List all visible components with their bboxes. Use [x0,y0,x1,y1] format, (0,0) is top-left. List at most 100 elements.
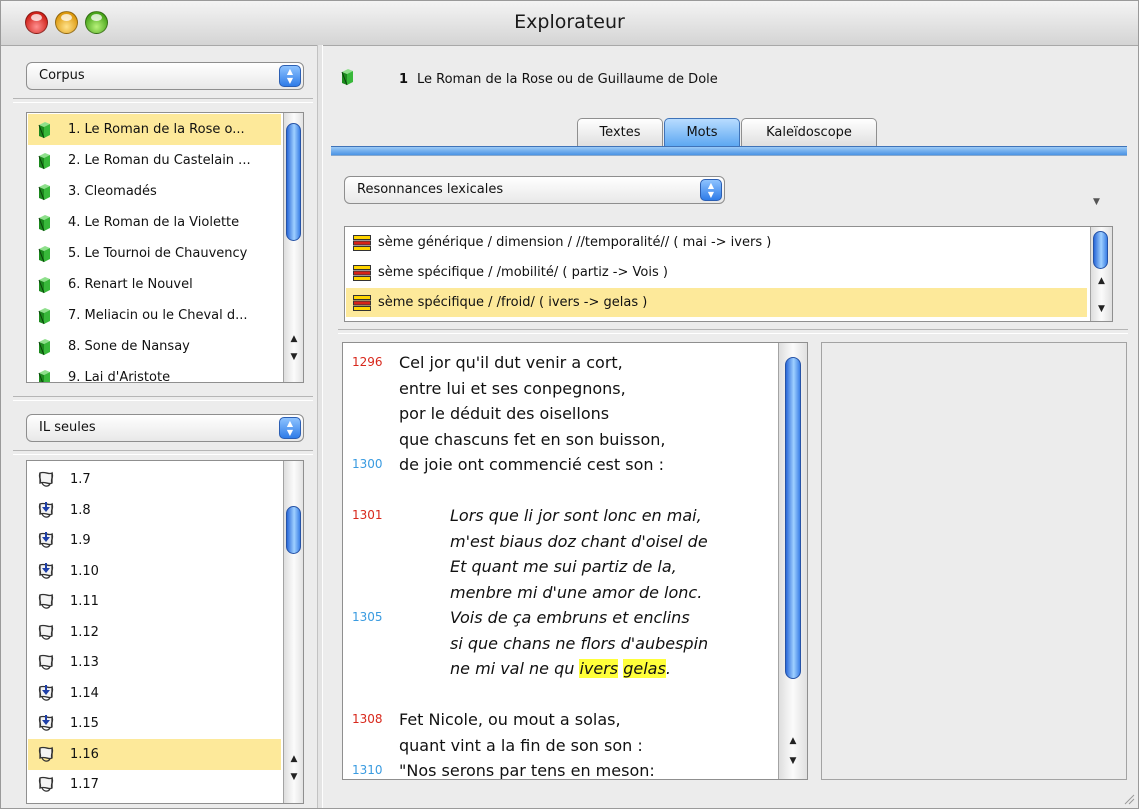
seme-scroll-thumb[interactable] [1093,231,1108,269]
scroll-down-arrow-icon[interactable]: ▼ [1091,301,1112,317]
corpus-list-item[interactable]: 4. Le Roman de la Violette [28,207,281,238]
corpus-list-item[interactable]: 2. Le Roman du Castelain ... [28,145,281,176]
corpus-list-item[interactable]: 5. Le Tournoi de Chauvency [28,238,281,269]
seme-item-label: sème spécifique / /mobilité/ ( partiz ->… [378,265,668,280]
seme-list-item[interactable]: sème spécifique / /mobilité/ ( partiz ->… [346,258,1087,287]
scroll-up-arrow-icon[interactable]: ▲ [779,733,807,749]
verse-line: 1300 de joie ont commencié cest son : [343,451,773,478]
popup-arrows-icon: ▲ ▼ [279,65,301,87]
tab-kaleidoscope[interactable]: Kaleïdoscope [741,118,877,147]
corpus-list-item[interactable]: 3. Cleomadés [28,176,281,207]
verse-number: 1300 [352,457,383,471]
corpus-list-item[interactable]: 1. Le Roman de la Rose o... [28,114,281,145]
highlighted-word[interactable]: ivers [579,659,619,678]
il-item-label: 1.11 [70,594,99,609]
tab-textes[interactable]: Textes [577,118,663,147]
verse-text-panel[interactable]: 1310 "Nos serons par tens en meson: quant … [342,342,808,780]
il-list-item[interactable]: 1.15 [28,708,281,739]
tab-bar [331,146,1127,156]
scroll-arrow-icon [38,684,54,701]
corpus-item-label: 9. Lai d'Aristote [68,370,171,383]
verse-text: "Nos serons par tens en meson: [399,761,655,780]
book-icon [38,246,50,263]
verse-text: Vois de ça embruns et enclins [450,608,690,627]
il-item-label: 1.17 [70,777,99,792]
il-list-item[interactable]: 1.10 [28,556,281,587]
scroll-up-arrow-icon[interactable]: ▲ [1091,273,1112,289]
verse-number: 1296 [352,355,383,369]
detail-panel [821,342,1127,780]
corpus-list-item[interactable]: 6. Renart le Nouvel [28,269,281,300]
popup-arrows-icon: ▲ ▼ [279,417,301,439]
seme-list-item[interactable]: sème générique / dimension / //temporali… [346,228,1087,257]
il-list-item[interactable]: 1.7 [28,464,281,495]
scroll-down-arrow-icon[interactable]: ▼ [284,769,303,785]
book-icon [38,308,50,325]
seme-icon [353,235,371,251]
tab-mots[interactable]: Mots [664,118,740,147]
parchment-scroll-icon [38,471,54,487]
verse-text: entre lui et ses conpegnons, [399,378,626,398]
verse-line: 1301 Lors que li jor sont lonc en mai, [343,502,773,529]
il-list-item[interactable]: 1.11 [28,586,281,617]
verse-line: si que chans ne flors d'aubespin [343,630,773,657]
verse-number: 1301 [352,508,383,522]
resonances-popup[interactable]: Resonnances lexicales ▲ ▼ [344,176,725,204]
seme-list-item[interactable]: sème spécifique / /froid/ ( ivers -> gel… [346,288,1087,317]
seme-list[interactable]: sème spécifique / /froid/ ( ivers -> gel… [344,226,1113,322]
verse-scroll-thumb[interactable] [785,357,801,679]
highlighted-word[interactable]: gelas [623,659,666,678]
book-icon [38,339,50,356]
scroll-down-arrow-icon[interactable]: ▼ [284,349,303,365]
il-popup-label: IL seules [39,420,96,435]
verse-text: Lors que li jor sont lonc en mai, [450,506,702,525]
verse-line: m'est biaus doz chant d'oisel de [343,528,773,555]
book-icon [38,370,50,382]
book-icon [341,69,353,86]
resize-grip-icon[interactable] [1123,793,1135,805]
il-item-label: 1.9 [70,533,91,548]
corpus-list[interactable]: 9. Lai d'Aristote 8. Sone de Nansay 7. Mel… [26,112,304,383]
il-list-item[interactable]: 1.16 [28,738,281,770]
divider [13,396,313,401]
verse-scrollbar[interactable]: ▲ ▼ [778,343,807,779]
verse-text: ne mi val ne qu ivers gelas. [450,659,671,678]
chevron-down-icon[interactable]: ▼ [1093,197,1100,207]
verse-line: entre lui et ses conpegnons, [343,375,773,402]
corpus-item-label: 2. Le Roman du Castelain ... [68,153,251,168]
verse-line: 1308 Fet Nicole, ou mout a solas, [343,706,773,733]
corpus-list-item[interactable]: 8. Sone de Nansay [28,331,281,362]
il-list-item[interactable]: 1.12 [28,617,281,648]
corpus-list-item[interactable]: 7. Meliacin ou le Cheval d... [28,300,281,331]
il-list-item[interactable]: 1.14 [28,678,281,709]
il-scroll-thumb[interactable] [286,506,301,554]
il-list-item[interactable]: 1.13 [28,647,281,678]
pane-splitter[interactable] [317,45,323,808]
il-list[interactable]: 1.17 1.16 1.15 1.14 1.13 1.12 1.11 1.10 1.9 1.8 1.… [26,460,304,804]
il-scrollbar[interactable]: ▲ ▼ [283,461,303,803]
il-item-label: 1.12 [70,624,99,640]
verse-number: 1305 [352,610,383,624]
book-icon [38,153,50,170]
il-list-item[interactable]: 1.9 [28,525,281,556]
corpus-scroll-thumb[interactable] [286,123,301,241]
parchment-scroll-icon [38,776,54,792]
parchment-scroll-icon [38,593,54,609]
il-list-item[interactable]: 1.17 [28,769,281,800]
scroll-up-arrow-icon[interactable]: ▲ [284,751,303,767]
il-list-item[interactable]: 1.8 [28,495,281,526]
scroll-down-arrow-icon[interactable]: ▼ [779,753,807,769]
scroll-up-arrow-icon[interactable]: ▲ [284,331,303,347]
title-bar[interactable]: Explorateur [1,1,1138,46]
il-item-label: 1.14 [70,685,99,701]
verse-text: Cel jor qu'il dut venir a cort, [399,353,623,372]
corpus-list-item[interactable]: 9. Lai d'Aristote [28,362,281,383]
parchment-scroll-icon [38,624,54,640]
corpus-item-label: 7. Meliacin ou le Cheval d... [68,308,248,323]
verse-text: Et quant me sui partiz de la, [450,557,677,576]
explorateur-window: Explorateur Corpus ▲ ▼ 9. Lai d'Aristote 8… [0,0,1139,809]
il-popup[interactable]: IL seules ▲ ▼ [26,414,304,442]
seme-scrollbar[interactable]: ▲ ▼ [1090,227,1112,321]
corpus-popup[interactable]: Corpus ▲ ▼ [26,62,304,90]
corpus-scrollbar[interactable]: ▲ ▼ [283,113,303,382]
